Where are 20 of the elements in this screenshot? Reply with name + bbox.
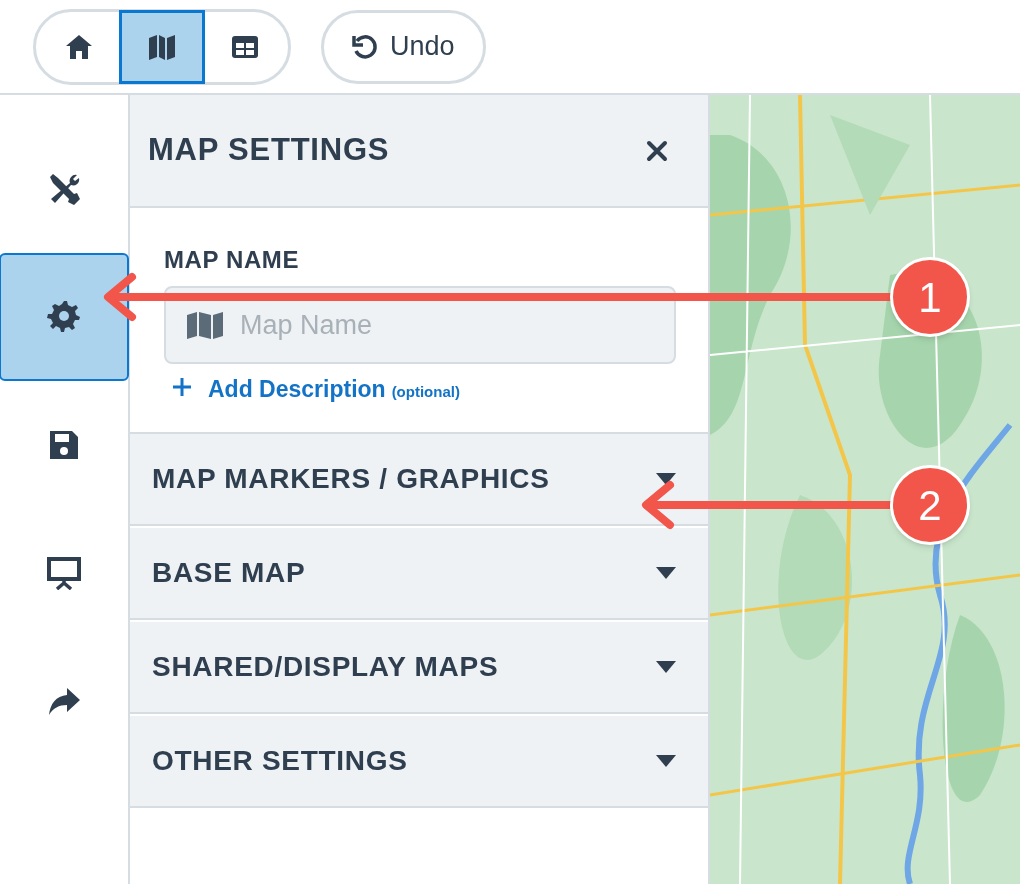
home-icon — [65, 32, 93, 61]
panel-title: MAP SETTINGS — [148, 131, 390, 170]
add-description-link[interactable]: Add Description — [208, 372, 386, 407]
undo-button[interactable]: Undo — [321, 9, 486, 84]
accordion-header[interactable]: BASE MAP — [130, 528, 708, 620]
undo-icon — [352, 33, 378, 60]
optional-note: (optional) — [391, 382, 460, 402]
accordion-header[interactable]: OTHER SETTINGS — [130, 716, 708, 808]
accordion-header[interactable]: SHARED/DISPLAY MAPS — [130, 622, 708, 714]
presentation-board-icon — [47, 556, 81, 590]
field-label: MAP NAME — [164, 245, 301, 275]
sidebar-button[interactable] — [0, 253, 129, 381]
tools-icon — [47, 172, 81, 206]
map-icon — [186, 311, 224, 339]
accordion-header[interactable]: MAP MARKERS / GRAPHICS — [130, 434, 708, 526]
plus-icon[interactable] — [172, 377, 192, 397]
close-icon[interactable] — [646, 139, 668, 162]
settings-icon — [47, 300, 81, 334]
view-button[interactable] — [119, 9, 205, 84]
map-icon — [148, 32, 176, 61]
